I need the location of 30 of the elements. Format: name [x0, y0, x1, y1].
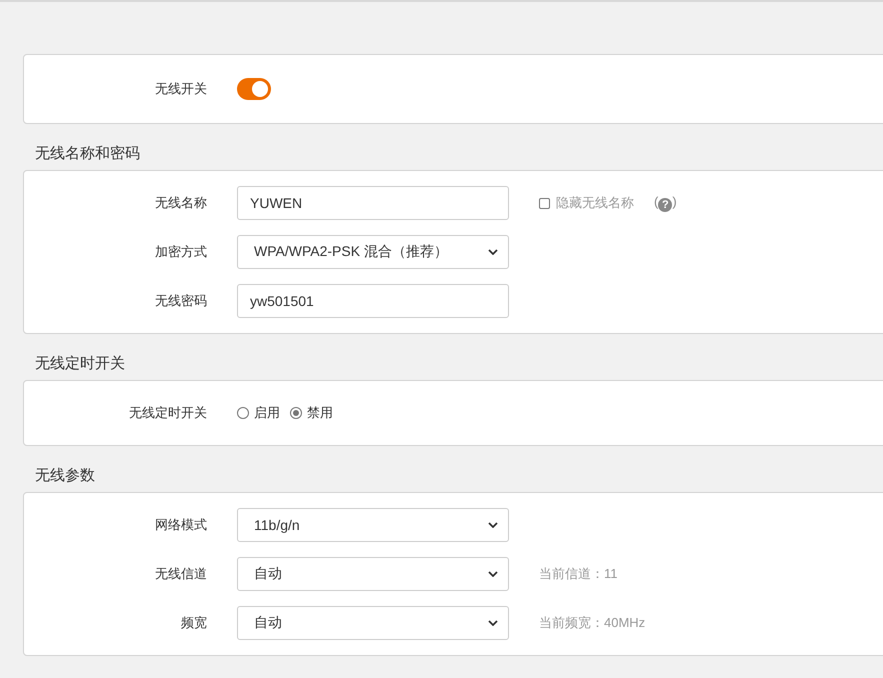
section-title: 无线定时开关	[34, 354, 126, 374]
radio-label[interactable]: 禁用	[307, 404, 333, 422]
dropdown[interactable]: 自动	[237, 557, 509, 591]
dropdown[interactable]: WPA/WPA2-PSK 混合（推荐）	[237, 235, 509, 269]
field-label: 网络模式	[154, 516, 208, 534]
field-label: 频宽	[180, 614, 208, 632]
caret-icon	[488, 571, 498, 577]
toggle-switch[interactable]	[237, 78, 271, 100]
dropdown[interactable]: 自动	[237, 606, 509, 640]
text-field[interactable]: yw501501	[237, 284, 509, 318]
caret-icon	[488, 522, 498, 528]
caret-icon	[488, 249, 498, 255]
field-label: 加密方式	[154, 243, 208, 261]
help-link[interactable]: (?)	[654, 194, 677, 212]
status-note: 当前信道：11	[539, 565, 618, 583]
caret-icon	[488, 620, 498, 626]
radio-button[interactable]	[237, 407, 249, 419]
section-title: 无线参数	[34, 466, 96, 486]
text-field[interactable]: YUWEN	[237, 186, 509, 220]
status-note: 当前频宽：40MHz	[539, 614, 646, 632]
dropdown[interactable]: 11b/g/n	[237, 508, 509, 542]
field-label: 无线密码	[154, 292, 208, 310]
field-label: 无线信道	[154, 565, 208, 583]
field-label: 无线定时开关	[128, 404, 208, 422]
checkbox[interactable]	[539, 198, 550, 208]
radio-button[interactable]	[290, 407, 302, 419]
section-title: 无线名称和密码	[34, 144, 141, 164]
field-label: 无线开关	[154, 80, 208, 98]
field-label: 无线名称	[154, 194, 208, 212]
radio-label[interactable]: 启用	[254, 404, 280, 422]
